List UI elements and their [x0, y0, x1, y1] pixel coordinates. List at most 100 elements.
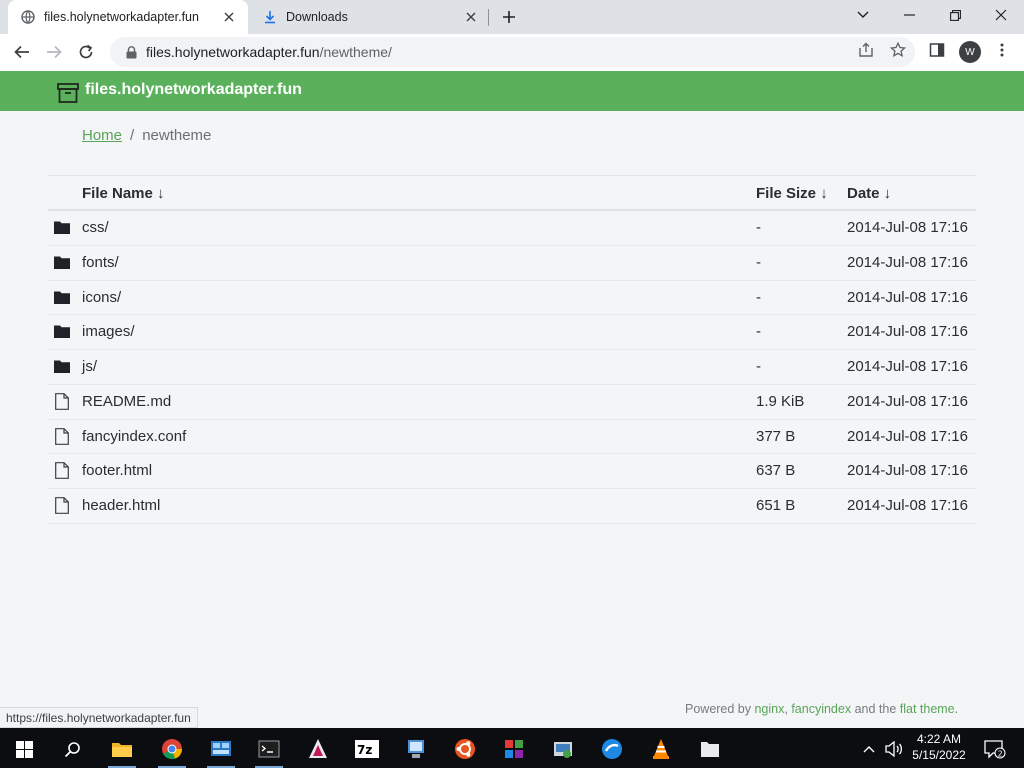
control-panel-icon[interactable] — [203, 732, 239, 768]
folder-icon — [54, 220, 70, 236]
file-name-link[interactable]: fonts/ — [82, 254, 119, 271]
folder-icon — [54, 255, 70, 271]
footer-text: . — [954, 702, 959, 716]
flat-theme-link[interactable]: flat theme — [900, 702, 955, 716]
search-icon[interactable] — [54, 732, 90, 766]
tab-strip: files.holynetworkadapter.fun Downloads — [0, 0, 1024, 34]
close-icon[interactable] — [220, 8, 238, 26]
file-size: - — [756, 358, 761, 375]
status-bubble-url: https://files.holynetworkadapter.fun — [0, 707, 198, 728]
tab-search-button[interactable] — [840, 0, 886, 30]
clock-date: 5/15/2022 — [912, 748, 966, 762]
forward-button[interactable] — [40, 38, 68, 66]
file-date: 2014-Jul-08 17:16 — [847, 392, 968, 410]
sort-by-name-header[interactable]: File Name ↓ — [82, 185, 165, 202]
file-name-link[interactable]: icons/ — [82, 289, 121, 306]
file-icon — [55, 392, 71, 410]
file-size: - — [756, 219, 761, 236]
browser-toolbar: files.holynetworkadapter.fun/newtheme/ W — [0, 34, 1024, 71]
nginx-link[interactable]: nginx — [754, 702, 784, 716]
sort-by-date-header[interactable]: Date ↓ — [847, 185, 891, 202]
footer-text: Powered by — [685, 702, 755, 716]
site-title-link[interactable]: files.holynetworkadapter.fun — [85, 81, 302, 99]
file-size: - — [756, 288, 761, 306]
back-button[interactable] — [8, 38, 36, 66]
folder-icon — [54, 290, 70, 306]
file-icon — [55, 427, 71, 445]
chevron-up-icon[interactable] — [858, 732, 880, 766]
table-row: README.md 1.9 KiB 2014-Jul-08 17:16 — [48, 385, 976, 420]
file-name-link[interactable]: footer.html — [82, 462, 152, 479]
file-date: 2014-Jul-08 17:16 — [847, 427, 968, 445]
media-tool-icon[interactable] — [300, 732, 336, 766]
breadcrumb: Home / newtheme — [82, 127, 211, 144]
ubuntu-icon[interactable] — [447, 732, 483, 766]
file-name-link[interactable]: fancyindex.conf — [82, 428, 186, 445]
file-explorer-icon[interactable] — [104, 732, 140, 768]
file-name-link[interactable]: js/ — [82, 358, 97, 375]
remote-desktop-icon[interactable] — [594, 732, 630, 766]
7zip-icon[interactable]: 7z — [349, 732, 385, 766]
windows-taskbar: 7z 4:22 AM 5/15/2022 2 — [0, 728, 1024, 768]
file-icon[interactable] — [692, 732, 728, 766]
network-tool-icon[interactable] — [496, 732, 532, 766]
sort-by-size-header[interactable]: File Size ↓ — [756, 185, 828, 202]
close-window-button[interactable] — [978, 0, 1024, 30]
terminal-icon[interactable] — [251, 732, 287, 768]
file-size: - — [756, 253, 761, 271]
address-bar[interactable]: files.holynetworkadapter.fun/newtheme/ — [110, 37, 915, 67]
table-row: images/ - 2014-Jul-08 17:16 — [48, 315, 976, 350]
file-date: 2014-Jul-08 17:16 — [847, 323, 968, 341]
table-row: fancyindex.conf 377 B 2014-Jul-08 17:16 — [48, 420, 976, 455]
notification-count: 2 — [998, 749, 1003, 758]
file-size: - — [756, 323, 761, 341]
file-name-link[interactable]: header.html — [82, 497, 160, 514]
tab-title: files.holynetworkadapter.fun — [44, 10, 199, 24]
taskbar-clock[interactable]: 4:22 AM 5/15/2022 — [906, 731, 972, 763]
bookmark-star-icon[interactable] — [889, 41, 907, 59]
folder-icon — [54, 359, 70, 375]
vlc-icon[interactable] — [643, 732, 679, 766]
volume-icon[interactable] — [882, 732, 906, 766]
profile-avatar[interactable]: W — [959, 41, 981, 63]
start-button[interactable] — [6, 732, 42, 766]
close-icon[interactable] — [462, 8, 480, 26]
file-listing-table: File Name ↓ File Size ↓ Date ↓ css/ - 2014… — [48, 175, 976, 524]
file-size: 651 B — [756, 497, 796, 514]
file-size: 1.9 KiB — [756, 392, 805, 410]
table-row: js/ - 2014-Jul-08 17:16 — [48, 350, 976, 385]
new-tab-button[interactable] — [498, 6, 520, 28]
side-panel-icon[interactable] — [928, 41, 946, 59]
file-name-link[interactable]: README.md — [82, 393, 171, 410]
table-row: css/ - 2014-Jul-08 17:16 — [48, 211, 976, 246]
breadcrumb-current: newtheme — [142, 127, 212, 144]
breadcrumb-home-link[interactable]: Home — [82, 127, 122, 144]
file-date: 2014-Jul-08 17:16 — [847, 462, 968, 480]
more-menu-icon[interactable] — [993, 41, 1011, 59]
notification-center-icon[interactable]: 2 — [980, 732, 1010, 766]
file-date: 2014-Jul-08 17:16 — [847, 219, 968, 236]
installer-icon[interactable] — [545, 732, 581, 766]
computer-icon[interactable] — [398, 732, 434, 766]
url-text: files.holynetworkadapter.fun/newtheme/ — [146, 44, 392, 60]
restore-button[interactable] — [932, 0, 978, 30]
file-size: 377 B — [756, 427, 796, 445]
table-header: File Name ↓ File Size ↓ Date ↓ — [48, 175, 976, 211]
fancyindex-link[interactable]: fancyindex — [791, 702, 851, 716]
folder-icon — [54, 324, 70, 340]
file-date: 2014-Jul-08 17:16 — [847, 358, 968, 375]
file-name-link[interactable]: css/ — [82, 219, 109, 236]
share-icon[interactable] — [857, 41, 875, 59]
reload-button[interactable] — [72, 38, 100, 66]
chrome-icon[interactable] — [154, 732, 190, 768]
file-name-link[interactable]: images/ — [82, 323, 135, 340]
file-size: 637 B — [756, 462, 796, 480]
tab-divider — [488, 9, 489, 26]
archive-box-icon — [57, 83, 79, 108]
tab-downloads[interactable]: Downloads — [250, 0, 490, 34]
minimize-button[interactable] — [886, 0, 932, 30]
file-icon — [55, 462, 71, 480]
lock-icon[interactable] — [116, 45, 146, 59]
tab-files[interactable]: files.holynetworkadapter.fun — [8, 0, 248, 34]
globe-icon — [20, 9, 36, 25]
